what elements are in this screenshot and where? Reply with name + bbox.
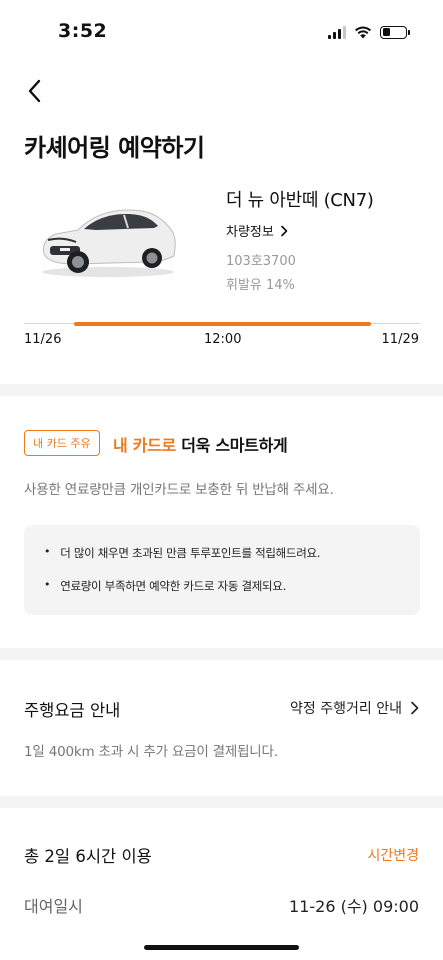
car-fuel-status: 휘발유 14% xyxy=(226,278,295,293)
home-indicator[interactable] xyxy=(144,945,299,950)
page-title: 카셰어링 예약하기 xyxy=(24,134,205,162)
info-bullet: • 연료량이 부족하면 예약한 카드로 자동 결제되요. xyxy=(44,578,286,594)
info-bullet: • 더 많이 채우면 초과된 만큼 투루포인트를 적립해드려요. xyxy=(44,545,320,561)
timeline-start-label: 11/26 xyxy=(24,332,62,347)
change-time-link[interactable]: 시간변경 xyxy=(367,845,419,865)
battery-icon xyxy=(380,25,410,39)
status-icons xyxy=(328,24,410,40)
section-divider xyxy=(0,384,443,396)
card-headline: 내 카드로 더욱 스마트하게 xyxy=(113,432,288,456)
card-headline-accent: 내 카드로 xyxy=(113,436,176,455)
rent-datetime-label: 대여일시 xyxy=(24,897,83,916)
chevron-left-icon xyxy=(28,79,41,103)
mileage-guide-label: 약정 주행거리 안내 xyxy=(290,701,402,717)
my-card-fuel-badge: 내 카드 주유 xyxy=(24,430,100,456)
section-divider xyxy=(0,796,443,808)
back-button[interactable] xyxy=(20,76,50,106)
mileage-guide-link[interactable]: 약정 주행거리 안내 xyxy=(290,698,419,718)
bullet-icon: • xyxy=(44,578,51,591)
driving-fee-title: 주행요금 안내 xyxy=(24,701,121,720)
info-bullet-text: 더 많이 채우면 초과된 만큼 투루포인트를 적립해드려요. xyxy=(60,546,321,560)
cellular-signal-icon xyxy=(328,25,346,39)
usage-duration-title: 총 2일 6시간 이용 xyxy=(24,847,152,866)
wifi-icon xyxy=(355,26,371,39)
status-bar: 3:52 xyxy=(0,0,443,60)
timeline-end-label: 11/29 xyxy=(381,332,419,347)
car-info-label: 차량정보 xyxy=(226,225,274,240)
car-info-link[interactable]: 차량정보 xyxy=(226,221,288,240)
driving-fee-description: 1일 400km 초과 시 추가 요금이 결제됩니다. xyxy=(24,744,278,760)
section-divider xyxy=(0,648,443,660)
rental-timeline xyxy=(24,322,420,326)
car-name: 더 뉴 아반떼 (CN7) xyxy=(226,190,374,211)
rent-datetime-value: 11-26 (수) 09:00 xyxy=(289,897,419,916)
bullet-icon: • xyxy=(44,545,51,558)
timeline-middle-label: 12:00 xyxy=(204,332,242,347)
info-bullet-text: 연료량이 부족하면 예약한 카드로 자동 결제되요. xyxy=(60,579,286,593)
car-plate: 103호3700 xyxy=(226,254,296,269)
chevron-right-icon xyxy=(411,701,419,715)
card-description: 사용한 연료량만큼 개인카드로 보충한 뒤 반납해 주세요. xyxy=(24,482,334,498)
card-info-box: • 더 많이 채우면 초과된 만큼 투루포인트를 적립해드려요. • 연료량이 … xyxy=(24,525,420,615)
status-time: 3:52 xyxy=(58,20,108,42)
timeline-progress-bar xyxy=(73,322,371,326)
car-image xyxy=(42,209,176,277)
card-headline-rest: 더욱 스마트하게 xyxy=(175,436,288,455)
chevron-right-icon xyxy=(281,225,288,236)
